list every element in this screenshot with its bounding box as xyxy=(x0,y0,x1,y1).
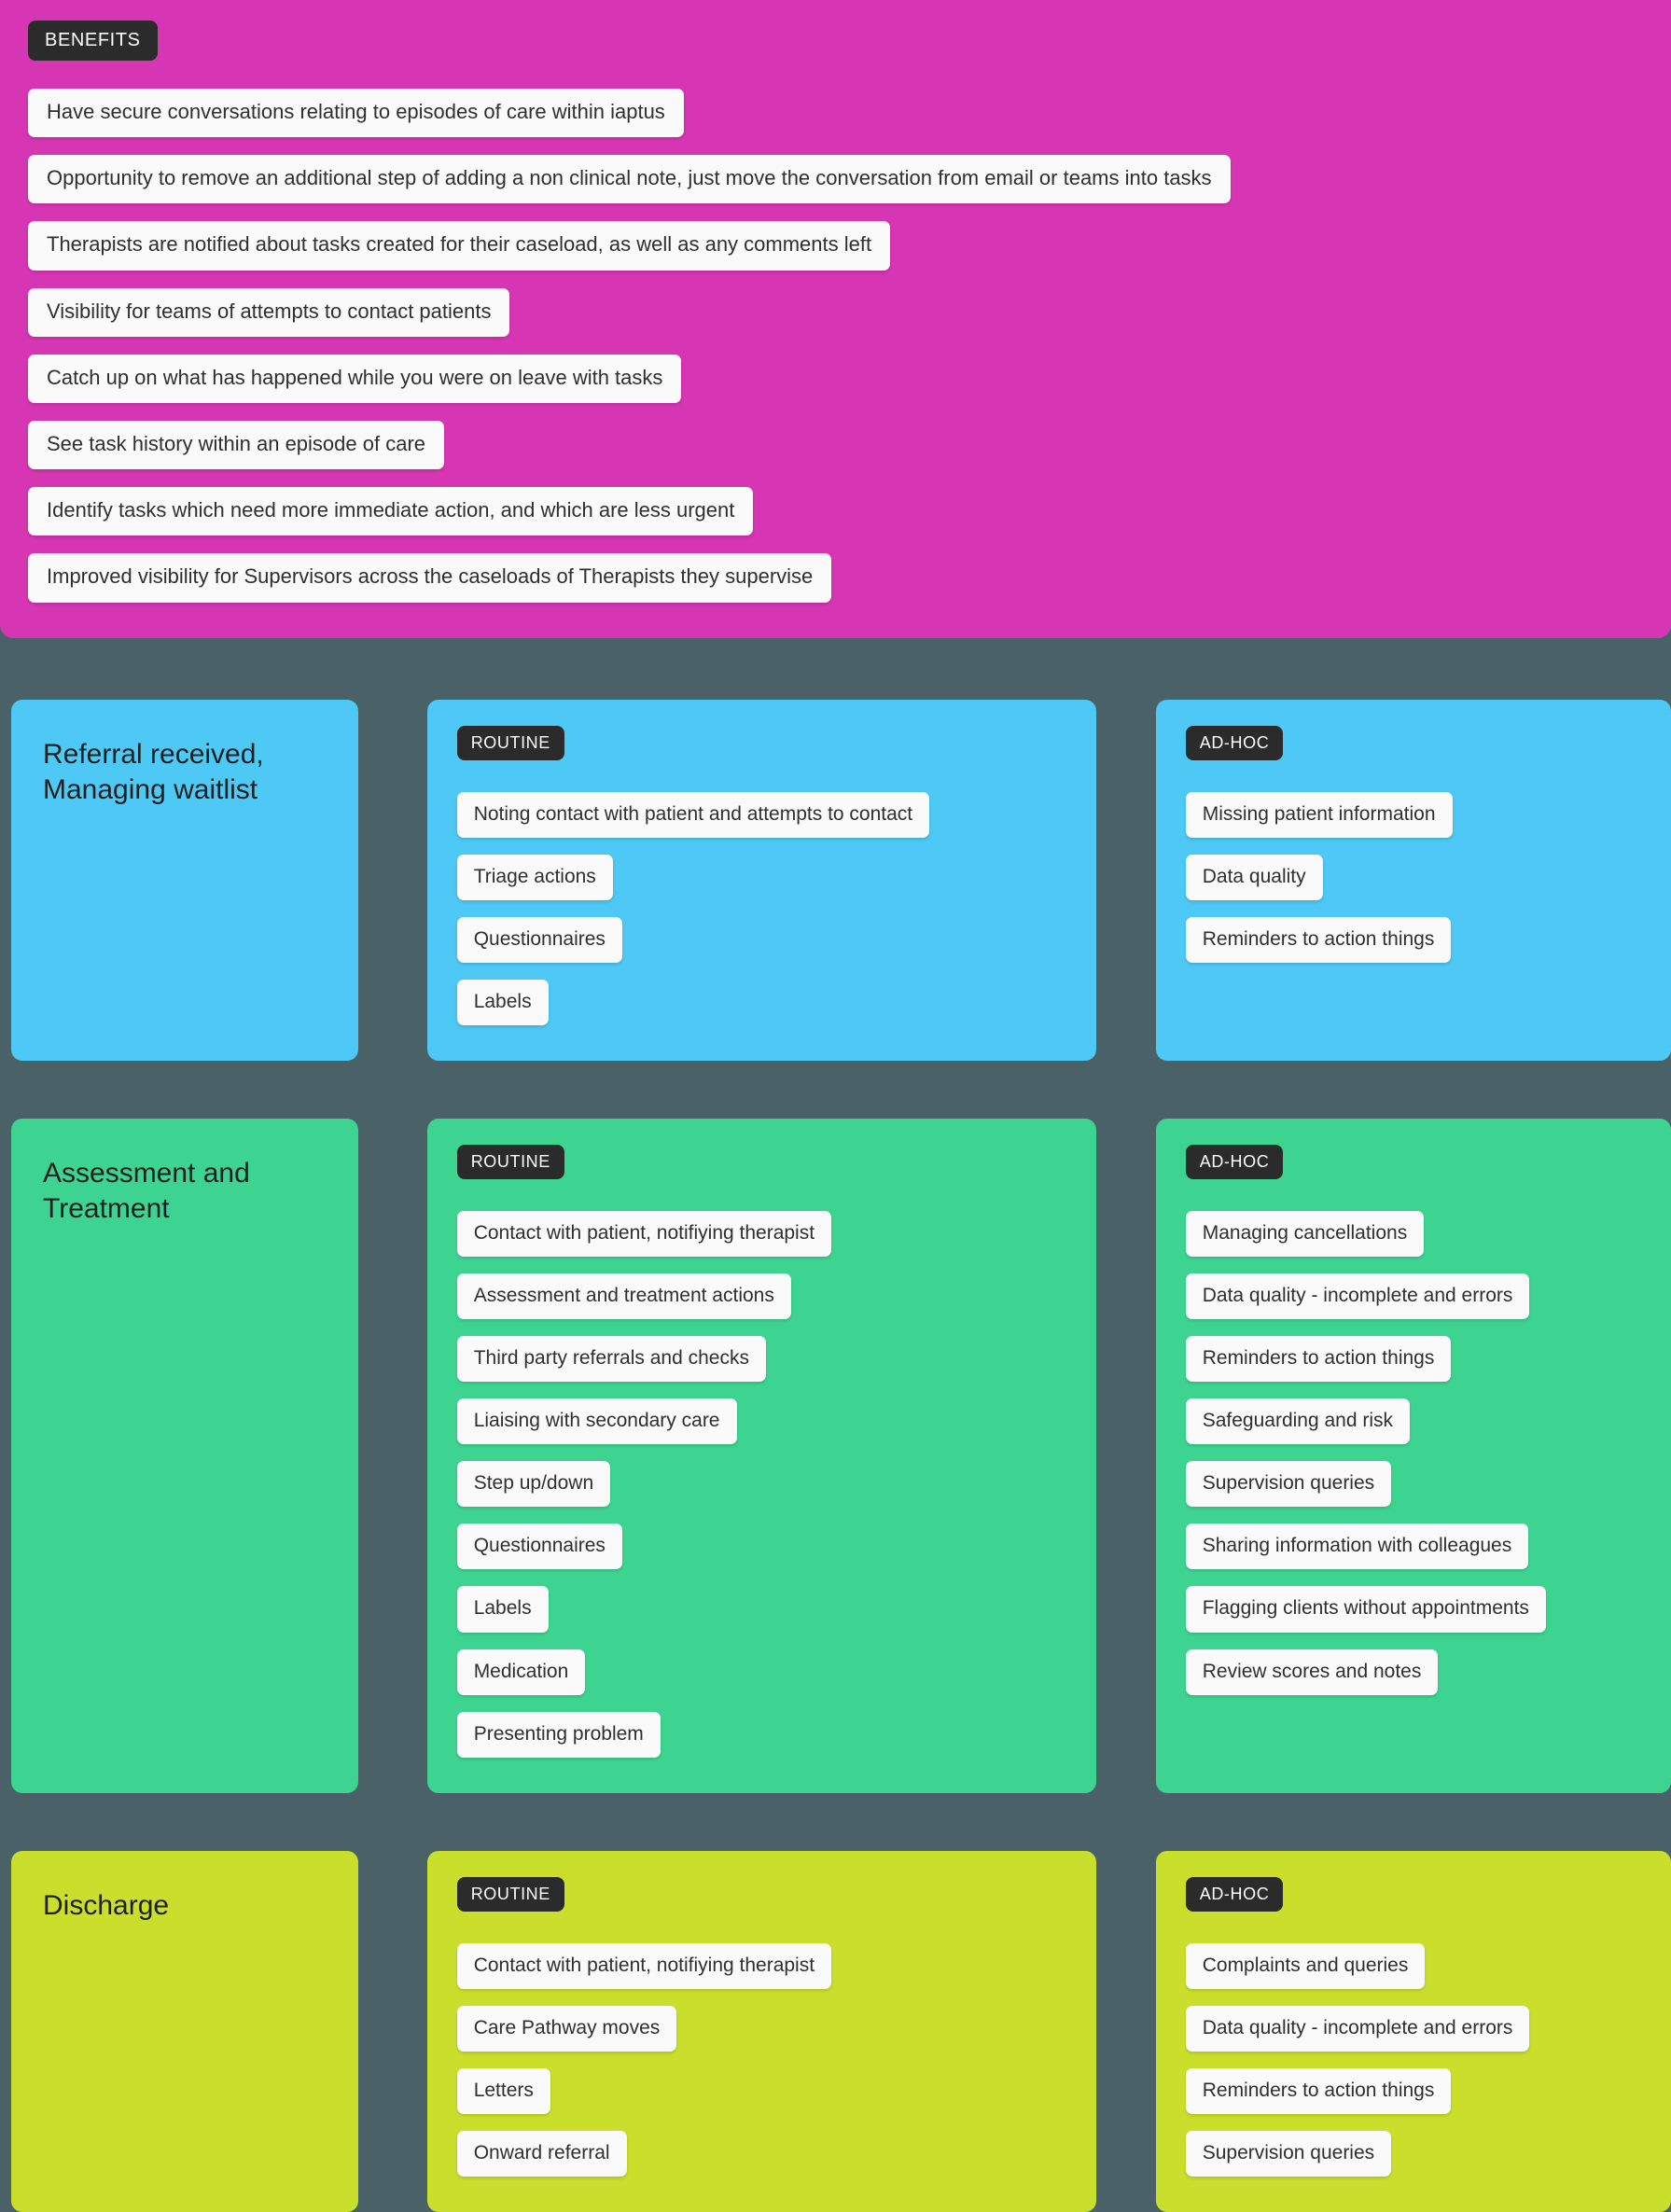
task-chip: Labels xyxy=(457,980,549,1025)
adhoc-column: AD-HOC Complaints and queries Data quality… xyxy=(1156,1851,1671,2212)
task-chip: Liaising with secondary care xyxy=(457,1398,737,1444)
task-chip: Sharing information with colleagues xyxy=(1186,1523,1529,1569)
routine-tag: ROUTINE xyxy=(457,1145,564,1179)
benefit-item: Improved visibility for Supervisors acro… xyxy=(28,553,831,602)
benefit-item: Catch up on what has happened while you … xyxy=(28,355,681,403)
task-chip: Contact with patient, notifiying therapi… xyxy=(457,1943,831,1989)
task-chip: Onward referral xyxy=(457,2131,627,2177)
task-chip: Questionnaires xyxy=(457,917,622,963)
routine-column: ROUTINE Contact with patient, notifiying … xyxy=(427,1851,1096,2212)
task-chip-list: Managing cancellations Data quality - inc… xyxy=(1186,1211,1641,1695)
task-chip: Supervision queries xyxy=(1186,2131,1391,2177)
benefit-item: Have secure conversations relating to ep… xyxy=(28,89,684,137)
task-chip: Reminders to action things xyxy=(1186,2068,1452,2114)
task-chip: Supervision queries xyxy=(1186,1461,1391,1507)
task-chip: Reminders to action things xyxy=(1186,917,1452,963)
routine-column: ROUTINE Noting contact with patient and a… xyxy=(427,700,1096,1061)
routine-tag: ROUTINE xyxy=(457,726,564,760)
benefit-item: Opportunity to remove an additional step… xyxy=(28,155,1231,203)
task-chip: Contact with patient, notifiying therapi… xyxy=(457,1211,831,1257)
task-types-board: BENEFITS Have secure conversations relat… xyxy=(0,0,1671,2212)
stage-title: Referral received, Managing waitlist xyxy=(43,737,327,809)
task-chip-list: Missing patient information Data quality R… xyxy=(1186,792,1641,963)
benefit-item: See task history within an episode of ca… xyxy=(28,421,444,469)
stage-title: Assessment and Treatment xyxy=(43,1156,327,1228)
stage-rows: Referral received, Managing waitlist ROUT… xyxy=(0,638,1671,2212)
adhoc-column: AD-HOC Managing cancellations Data quality… xyxy=(1156,1119,1671,1793)
task-chip-list: Complaints and queries Data quality - inc… xyxy=(1186,1943,1641,2177)
benefits-tag: BENEFITS xyxy=(28,21,158,61)
stage-title-card: Referral received, Managing waitlist xyxy=(11,700,358,1061)
task-chip: Missing patient information xyxy=(1186,792,1453,838)
task-chip-list: Contact with patient, notifiying therapi… xyxy=(457,1211,1066,1758)
task-chip: Complaints and queries xyxy=(1186,1943,1426,1989)
task-chip: Assessment and treatment actions xyxy=(457,1273,791,1319)
task-chip: Questionnaires xyxy=(457,1523,622,1569)
task-chip: Data quality - incomplete and errors xyxy=(1186,2006,1530,2052)
task-chip: Review scores and notes xyxy=(1186,1649,1439,1695)
task-chip: Third party referrals and checks xyxy=(457,1336,766,1382)
task-chip: Noting contact with patient and attempts… xyxy=(457,792,929,838)
task-chip: Care Pathway moves xyxy=(457,2006,677,2052)
task-chip: Safeguarding and risk xyxy=(1186,1398,1410,1444)
routine-tag: ROUTINE xyxy=(457,1877,564,1912)
task-chip: Labels xyxy=(457,1586,549,1632)
stage-row: Referral received, Managing waitlist ROUT… xyxy=(0,700,1671,1061)
task-chip-list: Contact with patient, notifiying therapi… xyxy=(457,1943,1066,2177)
routine-column: ROUTINE Contact with patient, notifiying … xyxy=(427,1119,1096,1793)
benefits-panel: BENEFITS Have secure conversations relat… xyxy=(0,0,1671,638)
adhoc-tag: AD-HOC xyxy=(1186,726,1284,760)
task-chip: Flagging clients without appointments xyxy=(1186,1586,1546,1632)
adhoc-column: AD-HOC Missing patient information Data qu… xyxy=(1156,700,1671,1061)
task-chip: Data quality xyxy=(1186,855,1323,900)
task-chip: Step up/down xyxy=(457,1461,610,1507)
task-chip: Presenting problem xyxy=(457,1712,661,1758)
task-chip: Data quality - incomplete and errors xyxy=(1186,1273,1530,1319)
task-chip-list: Noting contact with patient and attempts… xyxy=(457,792,1066,1025)
task-chip: Medication xyxy=(457,1649,586,1695)
task-chip: Reminders to action things xyxy=(1186,1336,1452,1382)
benefit-item: Therapists are notified about tasks crea… xyxy=(28,221,890,270)
benefit-item: Identify tasks which need more immediate… xyxy=(28,487,753,536)
stage-title: Discharge xyxy=(43,1888,327,1924)
adhoc-tag: AD-HOC xyxy=(1186,1877,1284,1912)
adhoc-tag: AD-HOC xyxy=(1186,1145,1284,1179)
stage-row: Assessment and Treatment ROUTINE Contact w… xyxy=(0,1119,1671,1793)
stage-row: Discharge ROUTINE Contact with patient, no… xyxy=(0,1851,1671,2212)
stage-title-card: Discharge xyxy=(11,1851,358,2212)
task-chip: Triage actions xyxy=(457,855,613,900)
stage-title-card: Assessment and Treatment xyxy=(11,1119,358,1793)
task-chip: Managing cancellations xyxy=(1186,1211,1424,1257)
benefits-list: Have secure conversations relating to ep… xyxy=(28,89,1643,603)
task-chip: Letters xyxy=(457,2068,550,2114)
benefit-item: Visibility for teams of attempts to cont… xyxy=(28,288,509,337)
